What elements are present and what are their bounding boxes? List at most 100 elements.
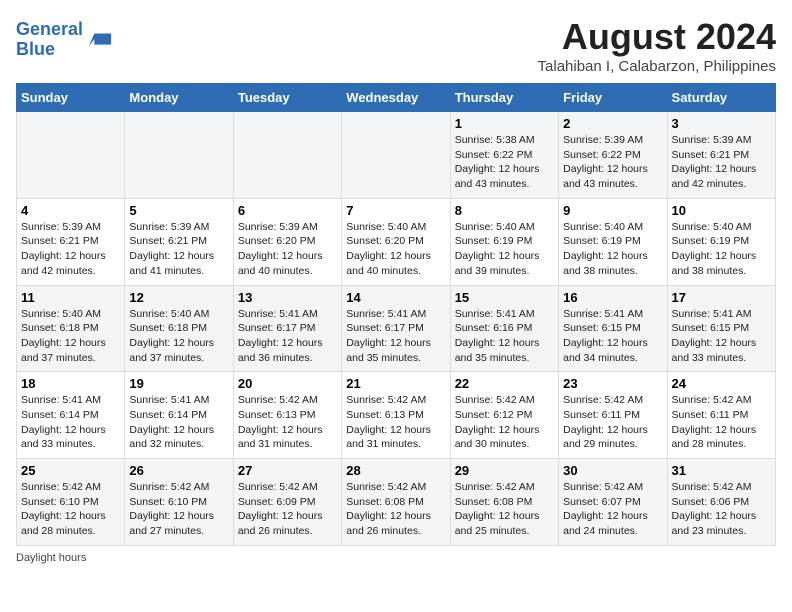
calendar-cell: 27Sunrise: 5:42 AMSunset: 6:09 PMDayligh… (233, 459, 341, 546)
cell-info: Sunset: 6:16 PM (455, 321, 554, 336)
cell-info: Sunset: 6:19 PM (672, 234, 771, 249)
cell-info: Daylight: 12 hours (238, 336, 337, 351)
day-number: 14 (346, 290, 445, 305)
cell-info: Sunset: 6:10 PM (129, 495, 228, 510)
cell-info: and 36 minutes. (238, 351, 337, 366)
cell-info: Sunrise: 5:41 AM (455, 307, 554, 322)
day-number: 15 (455, 290, 554, 305)
cell-info: Sunset: 6:10 PM (21, 495, 120, 510)
calendar-cell: 21Sunrise: 5:42 AMSunset: 6:13 PMDayligh… (342, 372, 450, 459)
cell-info: Sunrise: 5:42 AM (129, 480, 228, 495)
cell-info: Daylight: 12 hours (455, 509, 554, 524)
cell-info: Sunset: 6:13 PM (346, 408, 445, 423)
cell-info: Sunrise: 5:40 AM (129, 307, 228, 322)
calendar-cell: 11Sunrise: 5:40 AMSunset: 6:18 PMDayligh… (17, 285, 125, 372)
cell-info: Daylight: 12 hours (129, 336, 228, 351)
cell-info: and 33 minutes. (21, 437, 120, 452)
cell-info: Sunrise: 5:42 AM (455, 393, 554, 408)
cell-info: and 37 minutes. (129, 351, 228, 366)
cell-info: Daylight: 12 hours (563, 423, 662, 438)
day-number: 16 (563, 290, 662, 305)
calendar-cell: 13Sunrise: 5:41 AMSunset: 6:17 PMDayligh… (233, 285, 341, 372)
day-number: 13 (238, 290, 337, 305)
cell-info: Daylight: 12 hours (455, 423, 554, 438)
calendar-cell: 7Sunrise: 5:40 AMSunset: 6:20 PMDaylight… (342, 198, 450, 285)
day-number: 3 (672, 116, 771, 131)
cell-info: Sunrise: 5:42 AM (563, 480, 662, 495)
day-number: 2 (563, 116, 662, 131)
cell-info: and 24 minutes. (563, 524, 662, 539)
header: General Blue August 2024 Talahiban I, Ca… (16, 16, 776, 75)
day-number: 12 (129, 290, 228, 305)
day-number: 11 (21, 290, 120, 305)
calendar-cell: 20Sunrise: 5:42 AMSunset: 6:13 PMDayligh… (233, 372, 341, 459)
cell-info: and 40 minutes. (346, 264, 445, 279)
calendar-cell: 14Sunrise: 5:41 AMSunset: 6:17 PMDayligh… (342, 285, 450, 372)
cell-info: Daylight: 12 hours (21, 423, 120, 438)
cell-info: Sunrise: 5:39 AM (21, 220, 120, 235)
day-number: 22 (455, 376, 554, 391)
calendar-cell (233, 112, 341, 199)
cell-info: and 35 minutes. (455, 351, 554, 366)
cell-info: Sunset: 6:20 PM (238, 234, 337, 249)
calendar-cell: 8Sunrise: 5:40 AMSunset: 6:19 PMDaylight… (450, 198, 558, 285)
cell-info: Sunrise: 5:39 AM (672, 133, 771, 148)
cell-info: and 29 minutes. (563, 437, 662, 452)
day-number: 26 (129, 463, 228, 478)
cell-info: Sunrise: 5:40 AM (346, 220, 445, 235)
calendar-cell: 30Sunrise: 5:42 AMSunset: 6:07 PMDayligh… (559, 459, 667, 546)
cell-info: Daylight: 12 hours (238, 509, 337, 524)
cell-info: Daylight: 12 hours (129, 249, 228, 264)
cell-info: Sunrise: 5:41 AM (238, 307, 337, 322)
day-number: 31 (672, 463, 771, 478)
cell-info: and 25 minutes. (455, 524, 554, 539)
day-number: 10 (672, 203, 771, 218)
cell-info: Sunrise: 5:41 AM (346, 307, 445, 322)
cell-info: and 42 minutes. (672, 177, 771, 192)
day-number: 20 (238, 376, 337, 391)
calendar-cell: 10Sunrise: 5:40 AMSunset: 6:19 PMDayligh… (667, 198, 775, 285)
logo-line2: Blue (16, 39, 55, 59)
day-number: 9 (563, 203, 662, 218)
calendar-cell: 22Sunrise: 5:42 AMSunset: 6:12 PMDayligh… (450, 372, 558, 459)
daylight-label: Daylight hours (16, 552, 86, 564)
logo-text: General Blue (16, 20, 83, 60)
cell-info: Sunset: 6:19 PM (455, 234, 554, 249)
calendar-cell: 15Sunrise: 5:41 AMSunset: 6:16 PMDayligh… (450, 285, 558, 372)
calendar-cell (17, 112, 125, 199)
cell-info: Sunrise: 5:39 AM (563, 133, 662, 148)
cell-info: Sunset: 6:06 PM (672, 495, 771, 510)
cell-info: and 43 minutes. (563, 177, 662, 192)
cell-info: Daylight: 12 hours (672, 509, 771, 524)
day-number: 1 (455, 116, 554, 131)
day-number: 29 (455, 463, 554, 478)
cell-info: and 27 minutes. (129, 524, 228, 539)
cell-info: Sunrise: 5:41 AM (672, 307, 771, 322)
header-day: Sunday (17, 84, 125, 112)
cell-info: and 28 minutes. (672, 437, 771, 452)
logo-icon (85, 26, 113, 54)
cell-info: Daylight: 12 hours (21, 249, 120, 264)
cell-info: and 40 minutes. (238, 264, 337, 279)
day-number: 27 (238, 463, 337, 478)
cell-info: Daylight: 12 hours (563, 162, 662, 177)
cell-info: Sunset: 6:07 PM (563, 495, 662, 510)
header-day: Wednesday (342, 84, 450, 112)
day-number: 18 (21, 376, 120, 391)
cell-info: Daylight: 12 hours (129, 509, 228, 524)
cell-info: Sunrise: 5:40 AM (672, 220, 771, 235)
day-number: 5 (129, 203, 228, 218)
cell-info: Sunset: 6:21 PM (21, 234, 120, 249)
calendar-cell: 31Sunrise: 5:42 AMSunset: 6:06 PMDayligh… (667, 459, 775, 546)
cell-info: and 37 minutes. (21, 351, 120, 366)
cell-info: and 38 minutes. (672, 264, 771, 279)
header-day: Friday (559, 84, 667, 112)
header-day: Thursday (450, 84, 558, 112)
cell-info: and 38 minutes. (563, 264, 662, 279)
calendar-cell: 23Sunrise: 5:42 AMSunset: 6:11 PMDayligh… (559, 372, 667, 459)
header-day: Saturday (667, 84, 775, 112)
logo-line1: General (16, 19, 83, 39)
cell-info: Sunset: 6:11 PM (672, 408, 771, 423)
cell-info: and 41 minutes. (129, 264, 228, 279)
cell-info: Sunrise: 5:42 AM (455, 480, 554, 495)
